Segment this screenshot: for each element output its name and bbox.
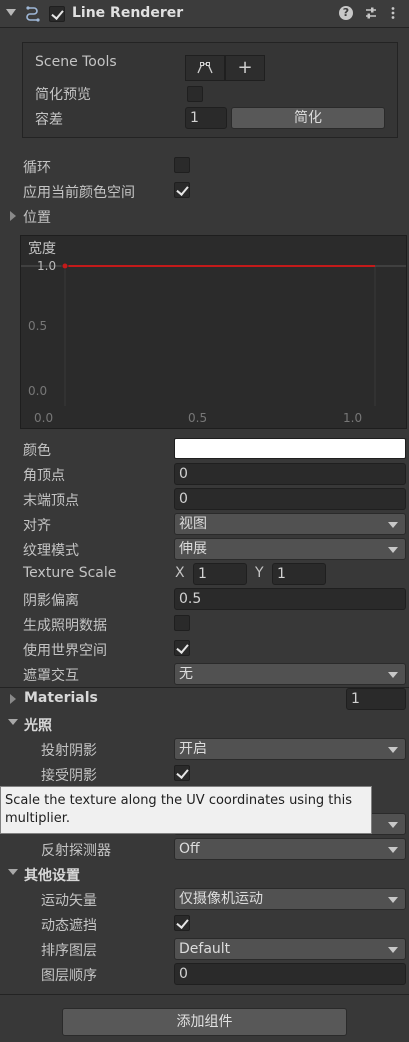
component-enabled-checkbox[interactable] [49,6,65,22]
reflection-probes-dropdown[interactable]: Off [174,838,406,860]
line-renderer-icon [26,6,40,22]
materials-foldout-icon[interactable] [10,694,16,704]
component-title: Line Renderer [72,5,184,21]
alignment-dropdown[interactable]: 视图 [174,513,406,535]
sorting-layer-dropdown[interactable]: Default [174,938,406,960]
texture-mode-dropdown[interactable]: 伸展 [174,538,406,560]
color-label: 颜色 [23,443,51,459]
materials-count-field[interactable]: 1 [346,688,406,710]
cast-shadows-dropdown[interactable]: 开启 [174,738,406,760]
add-component-button[interactable]: 添加组件 [62,1008,347,1036]
receive-shadows-checkbox[interactable] [174,765,190,781]
alignment-label: 对齐 [23,518,51,534]
sorting-layer-value: Default [179,941,231,957]
order-in-layer-label: 图层顺序 [41,968,97,984]
width-label: 宽度 [28,241,56,257]
presets-icon[interactable] [364,6,378,20]
scene-tools-label: Scene Tools [35,54,117,70]
dynamic-occlusion-label: 动态遮挡 [41,918,97,934]
positions-foldout-icon[interactable] [10,211,16,221]
apply-color-space-checkbox[interactable] [174,182,190,198]
tooltip: Scale the texture along the UV coordinat… [0,786,372,834]
x-tick-label: 0.5 [188,411,208,425]
chevron-down-icon [388,747,398,753]
edit-points-button[interactable] [185,55,225,81]
texture-scale-y-field[interactable]: 1 [272,563,326,585]
x-tick-label: 1.0 [343,411,363,425]
mask-interaction-dropdown[interactable]: 无 [174,663,406,685]
chevron-down-icon [388,947,398,953]
loop-checkbox[interactable] [174,157,190,173]
texture-scale-x-label[interactable]: X [175,565,185,581]
loop-label: 循环 [23,160,51,176]
cast-shadows-value: 开启 [179,741,207,757]
corner-vertices-field[interactable]: 0 [174,463,406,485]
texture-mode-label: 纹理模式 [23,543,79,559]
y-tick-label: 0.5 [28,319,48,333]
texture-scale-x-field[interactable]: 1 [193,563,247,585]
tolerance-label: 容差 [35,112,63,128]
simplify-preview-label: 简化预览 [35,87,91,103]
additional-settings-label[interactable]: 其他设置 [24,865,80,885]
mask-interaction-value: 无 [179,666,193,682]
lighting-foldout-icon[interactable] [8,719,18,725]
x-tick-label: 0.0 [34,411,54,425]
help-icon[interactable]: ? [339,6,353,20]
reflection-probes-value: Off [179,841,200,857]
create-points-button[interactable]: + [225,55,265,81]
texture-scale-label: Texture Scale [23,565,117,581]
simplify-preview-checkbox[interactable] [187,86,203,102]
curve-key[interactable] [61,262,69,270]
materials-label[interactable]: Materials [24,690,98,706]
chevron-down-icon [388,822,398,828]
edit-points-icon [197,62,213,74]
motion-vectors-value: 仅摄像机运动 [179,891,263,907]
reflection-probes-label: 反射探测器 [41,843,111,859]
component-header[interactable]: Line Renderer ? [0,0,409,28]
sorting-layer-label: 排序图层 [41,943,97,959]
color-field[interactable] [174,438,406,459]
chevron-down-icon [388,547,398,553]
y-tick-label: 0.0 [28,384,48,398]
end-cap-vertices-field[interactable]: 0 [174,488,406,510]
end-cap-vertices-label: 末端顶点 [23,493,79,509]
mask-interaction-label: 遮罩交互 [23,668,79,684]
use-world-space-label: 使用世界空间 [23,643,107,659]
more-icon[interactable] [386,6,400,20]
corner-vertices-label: 角顶点 [23,468,65,484]
divider [0,994,409,995]
y-tick-label: 1.0 [37,259,57,273]
additional-settings-foldout-icon[interactable] [8,869,18,875]
chevron-down-icon [388,522,398,528]
lighting-label[interactable]: 光照 [24,715,52,735]
chevron-down-icon [388,672,398,678]
order-in-layer-field[interactable]: 0 [174,963,406,985]
shadow-bias-field[interactable]: 0.5 [174,588,406,610]
width-curve-editor[interactable]: 宽度 1.0 0.5 0.0 0.0 0.5 1.0 [20,235,407,429]
texture-mode-value: 伸展 [179,541,207,557]
tolerance-field[interactable]: 1 [185,107,227,129]
dynamic-occlusion-checkbox[interactable] [174,915,190,931]
chevron-down-icon [388,897,398,903]
simplify-button[interactable]: 简化 [231,107,385,129]
shadow-bias-label: 阴影偏离 [23,593,79,609]
plus-icon: + [237,57,253,78]
chevron-down-icon [388,847,398,853]
use-world-space-checkbox[interactable] [174,640,190,656]
motion-vectors-dropdown[interactable]: 仅摄像机运动 [174,888,406,910]
generate-lighting-data-label: 生成照明数据 [23,618,107,634]
texture-scale-y-label[interactable]: Y [255,565,264,581]
width-curve-graph[interactable] [21,236,406,428]
alignment-value: 视图 [179,516,207,532]
positions-label[interactable]: 位置 [23,207,51,227]
receive-shadows-label: 接受阴影 [41,768,97,784]
collapse-icon[interactable] [6,9,16,16]
motion-vectors-label: 运动矢量 [41,893,97,909]
cast-shadows-label: 投射阴影 [41,743,97,759]
apply-color-space-label: 应用当前颜色空间 [23,185,135,201]
generate-lighting-data-checkbox[interactable] [174,615,190,631]
